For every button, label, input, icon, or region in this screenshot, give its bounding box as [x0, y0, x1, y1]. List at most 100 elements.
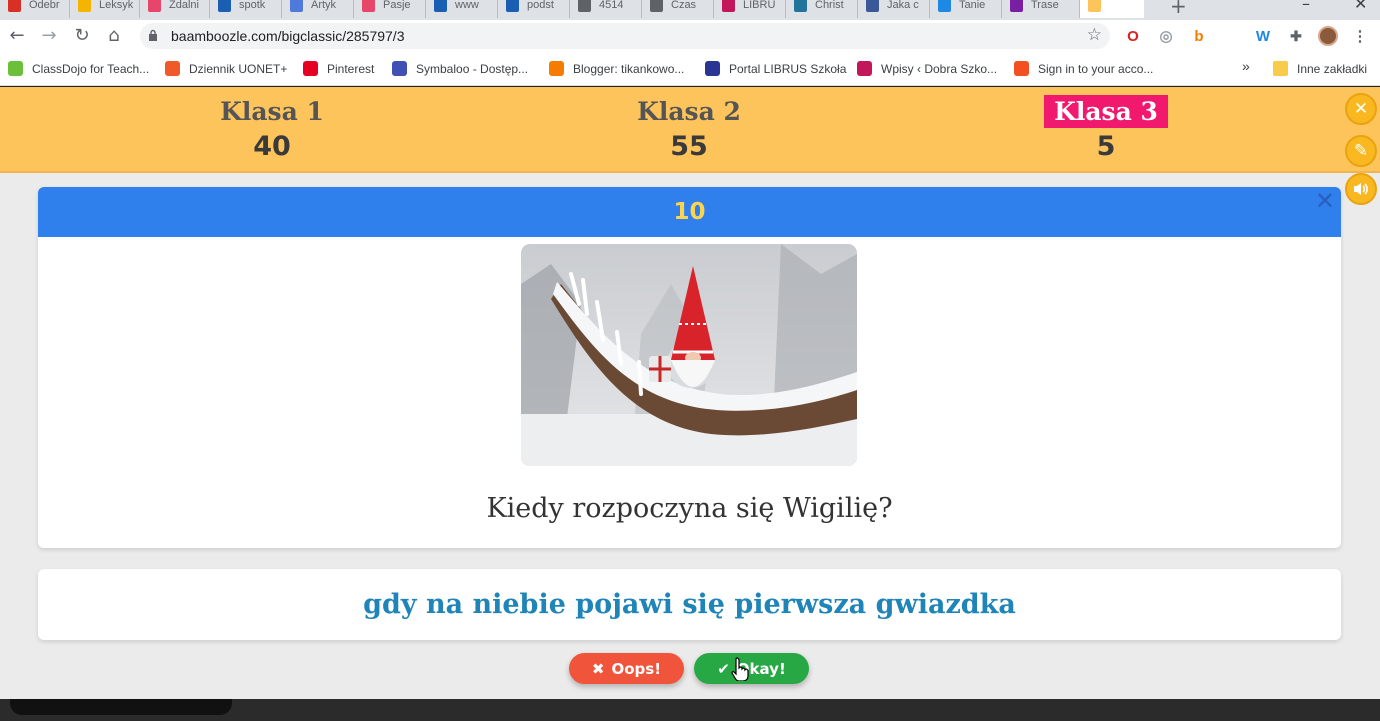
lock-icon: [149, 29, 157, 41]
bookmark-item[interactable]: ClassDojo for Teach...: [8, 61, 149, 76]
bookmark-label: Symbaloo - Dostęp...: [416, 61, 529, 76]
browser-tab[interactable]: Christ: [786, 0, 858, 18]
opera-icon[interactable]: O: [1123, 26, 1143, 46]
pencil-icon[interactable]: ✎: [1345, 135, 1377, 167]
browser-tab[interactable]: Artyk: [282, 0, 354, 18]
bookmark-label: Portal LIBRUS Szkoła: [729, 61, 847, 76]
tab-title: Jaka c: [887, 0, 919, 11]
question-image: [521, 244, 857, 466]
browser-toolbar: ← → ↻ ⌂ baamboozle.com/bigclassic/285797…: [0, 20, 1380, 52]
folder-icon: [1273, 61, 1288, 76]
tab-favicon-icon: [506, 0, 519, 12]
browser-tab[interactable]: 4514: [570, 0, 642, 18]
bookmark-label: Wpisy ‹ Dobra Szko...: [881, 61, 998, 76]
browser-tab[interactable]: Pasje: [354, 0, 426, 18]
tab-title: Trase: [1031, 0, 1059, 11]
tab-title: Christ: [815, 0, 844, 11]
team-score: 55: [670, 131, 708, 162]
browser-tab[interactable]: Zdalni: [140, 0, 210, 18]
bookmark-favicon-icon: [705, 61, 720, 76]
bookmark-label: Blogger: tikankowo...: [573, 61, 685, 76]
hand-cursor-icon: [731, 657, 749, 681]
back-icon[interactable]: ←: [6, 25, 28, 46]
answer-card: gdy na niebie pojawi się pierwsza gwiazd…: [38, 569, 1341, 640]
blogger-extension-icon[interactable]: b: [1189, 26, 1209, 46]
tab-favicon-icon: [1088, 0, 1101, 12]
tab-favicon-icon: [218, 0, 231, 12]
extension-circle-icon[interactable]: ◎: [1156, 26, 1176, 46]
browser-tab[interactable]: spotk: [210, 0, 282, 18]
bookmark-favicon-icon: [165, 61, 180, 76]
bookmark-label: Dziennik UONET+: [189, 61, 288, 76]
bookmark-item[interactable]: Blogger: tikankowo...: [549, 61, 684, 76]
team-klasa-1[interactable]: Klasa 1 40: [172, 95, 372, 162]
taskbar: [0, 699, 1380, 721]
new-tab-button[interactable]: +: [1170, 0, 1187, 18]
tab-title: Pasje: [383, 0, 411, 11]
browser-tab[interactable]: LIBRU: [714, 0, 786, 18]
bookmarks-bar: » Inne zakładki ClassDojo for Teach... Dz…: [0, 52, 1380, 86]
browser-tab[interactable]: Odebr: [0, 0, 70, 18]
bookmark-label: Pinterest: [327, 61, 375, 76]
oops-label: Oops!: [611, 659, 662, 678]
bookmark-star-icon[interactable]: ☆: [1087, 25, 1102, 45]
team-name: Klasa 1: [220, 97, 324, 126]
browser-tab[interactable]: Leksyk: [70, 0, 140, 18]
team-score: 5: [1096, 131, 1116, 162]
okay-button[interactable]: ✔ Okay!: [694, 653, 809, 684]
url-text: baamboozle.com/bigclassic/285797/3: [171, 28, 405, 44]
bookmark-label: Sign in to your acco...: [1038, 61, 1154, 76]
browser-tab[interactable]: Jaka c: [858, 0, 930, 18]
x-icon: ✖: [591, 659, 605, 678]
tab-title: 4514: [599, 0, 624, 11]
bookmark-item[interactable]: Dziennik UONET+: [165, 61, 287, 76]
team-score: 40: [253, 131, 291, 162]
team-klasa-2[interactable]: Klasa 2 55: [589, 95, 789, 162]
bookmark-item[interactable]: Portal LIBRUS Szkoła: [705, 61, 846, 76]
puzzle-icon[interactable]: ✚: [1286, 26, 1306, 46]
tab-favicon-icon: [794, 0, 807, 12]
bookmark-label: ClassDojo for Teach...: [32, 61, 150, 76]
browser-tab[interactable]: [1080, 0, 1144, 18]
avatar[interactable]: [1318, 26, 1338, 46]
team-name-active: Klasa 3: [1044, 95, 1168, 128]
bookmark-favicon-icon: [1014, 61, 1029, 76]
browser-tab[interactable]: podst: [498, 0, 570, 18]
bookmark-favicon-icon: [8, 61, 23, 76]
question-card: 10 ✕ Kiedy rozpoczyna się Wigilię?: [38, 187, 1341, 548]
speaker-icon[interactable]: [1345, 173, 1377, 205]
tab-title: Czas: [671, 0, 697, 11]
tab-favicon-icon: [290, 0, 303, 12]
browser-tab[interactable]: www: [426, 0, 498, 18]
address-bar[interactable]: baamboozle.com/bigclassic/285797/3 ☆: [140, 23, 1110, 49]
tab-favicon-icon: [434, 0, 447, 12]
forward-icon[interactable]: →: [38, 25, 60, 46]
close-window-icon[interactable]: ✕: [1354, 0, 1367, 13]
reload-icon[interactable]: ↻: [71, 25, 93, 46]
bookmark-item[interactable]: Symbaloo - Dostęp...: [392, 61, 528, 76]
close-question-icon[interactable]: ✕: [1315, 187, 1335, 215]
tab-favicon-icon: [362, 0, 375, 12]
bookmarks-overflow-button[interactable]: »: [1242, 58, 1250, 74]
bookmark-favicon-icon: [549, 61, 564, 76]
bookmark-item[interactable]: Pinterest: [303, 61, 374, 76]
browser-tab[interactable]: Tanie: [930, 0, 1002, 18]
bookmark-item[interactable]: Sign in to your acco...: [1014, 61, 1153, 76]
gnome-in-snowy-tree-image: [521, 244, 857, 466]
browser-tab[interactable]: Trase: [1002, 0, 1080, 18]
question-points: 10: [673, 199, 706, 225]
scoreboard: Klasa 1 40 Klasa 2 55 Klasa 3 5: [0, 87, 1380, 173]
oops-button[interactable]: ✖ Oops!: [569, 653, 684, 684]
question-text: Kiedy rozpoczyna się Wigilię?: [486, 493, 893, 524]
tab-title: spotk: [239, 0, 266, 11]
bookmark-item[interactable]: Wpisy ‹ Dobra Szko...: [857, 61, 997, 76]
menu-icon[interactable]: ⋮: [1350, 26, 1370, 46]
close-icon[interactable]: ✕: [1345, 93, 1377, 125]
other-bookmarks-label: Inne zakładki: [1297, 61, 1368, 76]
other-bookmarks[interactable]: Inne zakładki: [1273, 61, 1367, 76]
browser-tab[interactable]: Czas: [642, 0, 714, 18]
home-icon[interactable]: ⌂: [103, 25, 125, 46]
team-klasa-3[interactable]: Klasa 3 5: [1006, 95, 1206, 162]
minimize-icon[interactable]: –: [1302, 0, 1310, 13]
wordwall-extension-icon[interactable]: W: [1253, 26, 1273, 46]
